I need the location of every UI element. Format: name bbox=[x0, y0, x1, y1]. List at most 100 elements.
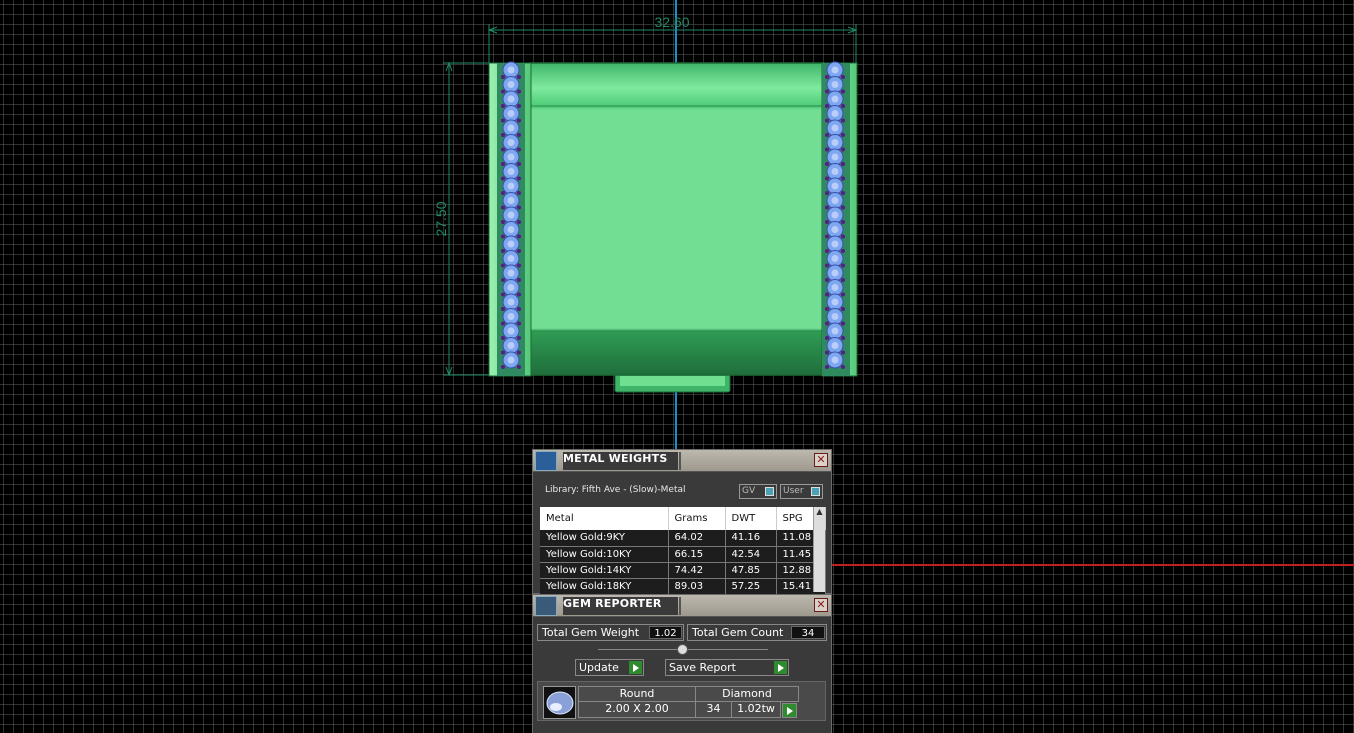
gem-highlight bbox=[831, 255, 839, 262]
table-row[interactable]: Yellow Gold:10KY 66.15 42.54 11.45 bbox=[540, 546, 826, 563]
user-toggle[interactable]: User bbox=[780, 484, 823, 499]
metal-name-cell: Yellow Gold:10KY bbox=[540, 546, 669, 563]
gem-reporter-header[interactable]: GEM REPORTER ✕ bbox=[533, 595, 831, 617]
gem-highlight bbox=[831, 182, 839, 190]
gem-highlight bbox=[831, 298, 839, 306]
gem-reporter-close-button[interactable]: ✕ bbox=[814, 598, 828, 612]
gem-details-button[interactable] bbox=[782, 703, 797, 718]
prong bbox=[501, 307, 505, 311]
total-gem-count-label: Total Gem Count bbox=[692, 626, 784, 639]
gem-highlight bbox=[831, 95, 839, 103]
metal-weights-header[interactable]: METAL WEIGHTS ✕ bbox=[533, 450, 831, 472]
slider-handle[interactable] bbox=[677, 644, 688, 655]
gem-highlight bbox=[507, 81, 515, 88]
gem-shape: Round bbox=[578, 686, 696, 702]
update-button[interactable]: Update bbox=[575, 659, 644, 676]
column-header-grams[interactable]: Grams bbox=[668, 507, 726, 530]
prong bbox=[825, 147, 829, 152]
prong bbox=[841, 249, 845, 253]
save-report-button-label: Save Report bbox=[669, 661, 736, 674]
gv-toggle[interactable]: GV bbox=[739, 484, 777, 499]
table-row[interactable]: Yellow Gold:14KY 74.42 47.85 12.88 bbox=[540, 562, 826, 579]
prong bbox=[517, 365, 521, 369]
gem-highlight bbox=[831, 269, 839, 277]
prong bbox=[501, 263, 505, 268]
prong bbox=[517, 176, 521, 181]
total-gem-weight-label: Total Gem Weight bbox=[542, 626, 640, 639]
user-toggle-knob-icon bbox=[811, 487, 820, 496]
prong bbox=[517, 307, 521, 311]
gem-highlight bbox=[831, 240, 839, 248]
metal-weights-title: METAL WEIGHTS bbox=[563, 452, 678, 470]
gem-highlight bbox=[507, 313, 515, 320]
metal-weights-close-button[interactable]: ✕ bbox=[814, 453, 828, 467]
grams-cell: 66.15 bbox=[668, 546, 726, 563]
prong bbox=[501, 278, 505, 282]
total-gem-weight-value: 1.02 bbox=[649, 626, 682, 639]
dwt-cell: 42.54 bbox=[725, 546, 777, 563]
gem-highlight bbox=[507, 197, 515, 204]
gem-highlight bbox=[507, 211, 515, 219]
table-header-row: Metal Grams DWT SPG bbox=[540, 507, 826, 530]
prong bbox=[825, 220, 829, 224]
prong bbox=[517, 205, 521, 210]
prong bbox=[517, 191, 521, 195]
prong bbox=[825, 350, 829, 355]
dwt-cell: 57.25 bbox=[725, 578, 777, 595]
gem-highlight bbox=[831, 226, 839, 233]
gem-highlight bbox=[507, 153, 515, 161]
dimension-height-label: 27.50 bbox=[433, 201, 449, 236]
prong bbox=[825, 336, 829, 340]
gem-highlight bbox=[831, 327, 839, 335]
prong bbox=[841, 350, 845, 355]
prong bbox=[501, 162, 505, 166]
gem-weight: 1.02tw bbox=[731, 702, 781, 718]
table-row[interactable]: Yellow Gold:9KY 64.02 41.16 11.08 bbox=[540, 530, 826, 547]
play-arrow-icon bbox=[774, 661, 787, 674]
prong bbox=[501, 292, 505, 297]
prong bbox=[825, 176, 829, 181]
prong bbox=[825, 118, 829, 123]
prong bbox=[517, 321, 521, 326]
gem-highlight bbox=[831, 197, 839, 204]
grams-cell: 74.42 bbox=[668, 562, 726, 579]
prong bbox=[825, 205, 829, 210]
prong bbox=[825, 75, 829, 79]
gem-highlight bbox=[831, 168, 839, 175]
prong bbox=[841, 176, 845, 181]
play-arrow-icon bbox=[629, 661, 642, 674]
scroll-up-icon[interactable]: ▲ bbox=[814, 507, 825, 516]
save-report-button[interactable]: Save Report bbox=[665, 659, 789, 676]
prong bbox=[517, 249, 521, 253]
prong bbox=[841, 147, 845, 152]
prong bbox=[501, 176, 505, 181]
prong bbox=[517, 278, 521, 282]
prong bbox=[825, 234, 829, 239]
table-row[interactable]: Yellow Gold:18KY 89.03 57.25 15.41 bbox=[540, 578, 826, 595]
gem-highlight bbox=[831, 211, 839, 219]
prong bbox=[841, 365, 845, 369]
gem-highlight bbox=[507, 168, 515, 175]
metal-table-scrollbar[interactable]: ▲ bbox=[813, 507, 825, 592]
gem-highlight bbox=[507, 342, 515, 349]
prong bbox=[501, 89, 505, 94]
gem-highlight bbox=[831, 66, 839, 74]
column-header-metal[interactable]: Metal bbox=[540, 507, 669, 530]
gem-highlight bbox=[831, 284, 839, 291]
gem-highlight bbox=[831, 110, 839, 117]
column-header-dwt[interactable]: DWT bbox=[725, 507, 777, 530]
metal-name-cell: Yellow Gold:18KY bbox=[540, 578, 669, 595]
prong bbox=[841, 118, 845, 123]
gem-reporter-title: GEM REPORTER bbox=[563, 597, 678, 615]
gem-highlight bbox=[831, 313, 839, 320]
metal-weights-logo-icon bbox=[535, 451, 557, 471]
prong bbox=[841, 104, 845, 108]
prong bbox=[825, 89, 829, 94]
prong bbox=[841, 234, 845, 239]
prong bbox=[841, 321, 845, 326]
prong bbox=[825, 191, 829, 195]
prong bbox=[517, 162, 521, 166]
prong bbox=[841, 336, 845, 340]
prong bbox=[501, 220, 505, 224]
gem-list-item[interactable]: Round Diamond 2.00 X 2.00 34 1.02tw bbox=[537, 681, 826, 721]
